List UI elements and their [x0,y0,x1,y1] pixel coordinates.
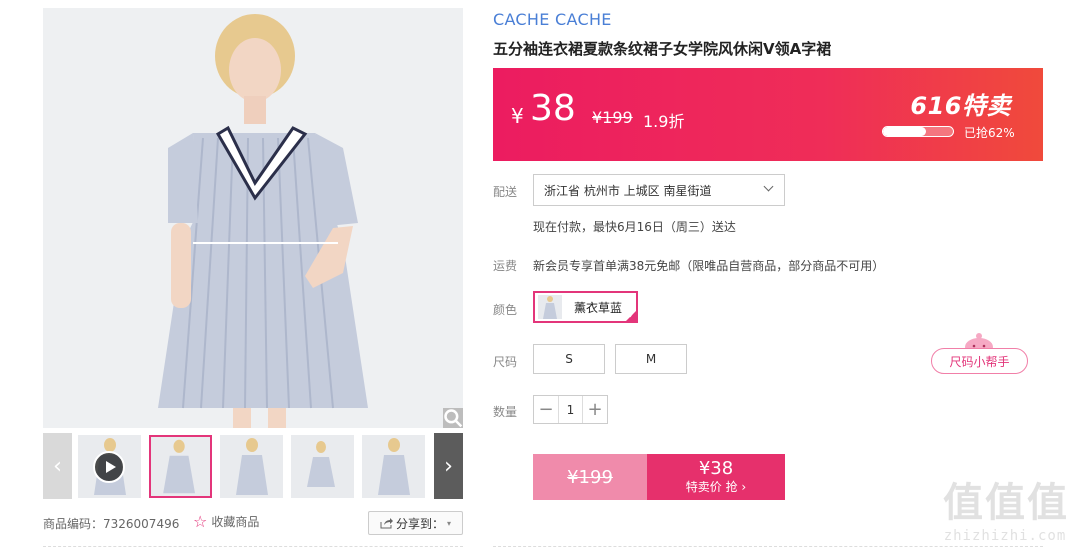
color-name: 薰衣草蓝 [574,300,623,315]
watermark-char: 值 [1027,480,1067,526]
address-select[interactable]: 浙江省 杭州市 上城区 南星街道 [533,174,785,206]
sold-progress-bar [882,126,954,137]
watermark-char: 值 [943,480,983,526]
thumb-next-button[interactable]: › [434,433,463,499]
buy-original-price[interactable]: ¥199 [533,454,647,500]
price-banner: ¥ 38 ¥199 1.9折 616特卖 已抢62% [493,68,1043,161]
buy-price: ¥38 [698,458,734,479]
meta-row: 商品编码：7326007496 ☆ 收藏商品 分享到： ▾ [43,511,463,535]
original-price: ¥199 [592,108,633,127]
address-value: 浙江省 杭州市 上城区 南星街道 [544,183,712,198]
watermark-url: zhizhizhi.com [943,528,1067,544]
site-watermark: 值 值 值 zhizhizhi.com [935,470,1075,548]
caret-down-icon: ▾ [447,518,452,528]
color-label: 颜色 [493,303,518,317]
promo-title: 616特卖 [910,92,1011,120]
brand-name[interactable]: CACHE CACHE [493,10,612,29]
thumbnail-image [220,435,283,498]
share-icon [380,517,393,528]
quantity-minus-button[interactable]: − [534,396,558,423]
buy-button-group: ¥199 ¥38 特卖价 抢 › [533,454,785,500]
thumbnail-item[interactable] [149,435,212,498]
product-title: 五分袖连衣裙夏款条纹裙子女学院风休闲V领A字裙 [493,40,832,58]
chevron-down-icon [763,181,774,192]
delivery-label: 配送 [493,185,518,199]
favorite-label: 收藏商品 [211,515,260,529]
currency-symbol: ¥ [511,104,524,128]
size-helper-button[interactable]: 尺码小帮手 [931,348,1028,374]
star-icon: ☆ [193,511,208,531]
size-label: 尺码 [493,355,518,369]
thumbnail-item[interactable] [220,435,283,498]
thumbnail-video[interactable] [78,435,141,498]
quantity-plus-button[interactable]: + [583,396,607,423]
check-icon: ✓ [628,311,635,320]
quantity-input[interactable]: 1 [558,396,583,423]
chevron-right-icon: › [444,453,453,479]
share-button[interactable]: 分享到： ▾ [368,511,463,535]
size-option-s[interactable]: S [533,344,605,374]
sold-text: 已抢62% [964,126,1015,140]
magnifier-icon [444,409,463,428]
color-swatch [538,295,562,319]
divider [43,546,463,547]
swatch-image [538,295,562,319]
shipping-text: 新会员专享首单满38元免邮（限唯品自营商品，部分商品不可用） [533,259,885,273]
favorite-button[interactable]: ☆ 收藏商品 [193,513,259,530]
thumbnail-strip: ‹ › [43,433,463,499]
model-photo [43,8,463,428]
color-option-selected[interactable]: 薰衣草蓝 ✓ [533,291,638,323]
thumbnail-item[interactable] [362,435,425,498]
thumbnail-image [291,435,354,498]
sold-progress-fill [883,127,927,136]
thumbnail-image [362,435,425,498]
thumbnail-image [151,437,210,496]
quantity-stepper: − 1 + [533,395,608,424]
sku-text: 商品编码：7326007496 [43,517,180,531]
main-product-image[interactable] [43,8,463,428]
current-price: 38 [530,88,576,129]
shipping-label: 运费 [493,259,518,273]
play-icon[interactable] [93,451,125,483]
share-label: 分享到： [395,516,444,531]
chevron-left-icon: ‹ [53,453,62,479]
discount-text: 1.9折 [643,112,685,131]
size-option-m[interactable]: M [615,344,687,374]
thumb-prev-button[interactable]: ‹ [43,433,72,499]
delivery-eta: 现在付款，最快6月16日（周三）送达 [533,220,736,234]
buy-now-button[interactable]: ¥38 特卖价 抢 › [647,454,785,500]
buy-label: 特卖价 抢 › [685,480,747,494]
thumbnail-item[interactable] [291,435,354,498]
quantity-label: 数量 [493,405,518,419]
zoom-button[interactable] [443,408,463,428]
watermark-char: 值 [985,480,1025,526]
